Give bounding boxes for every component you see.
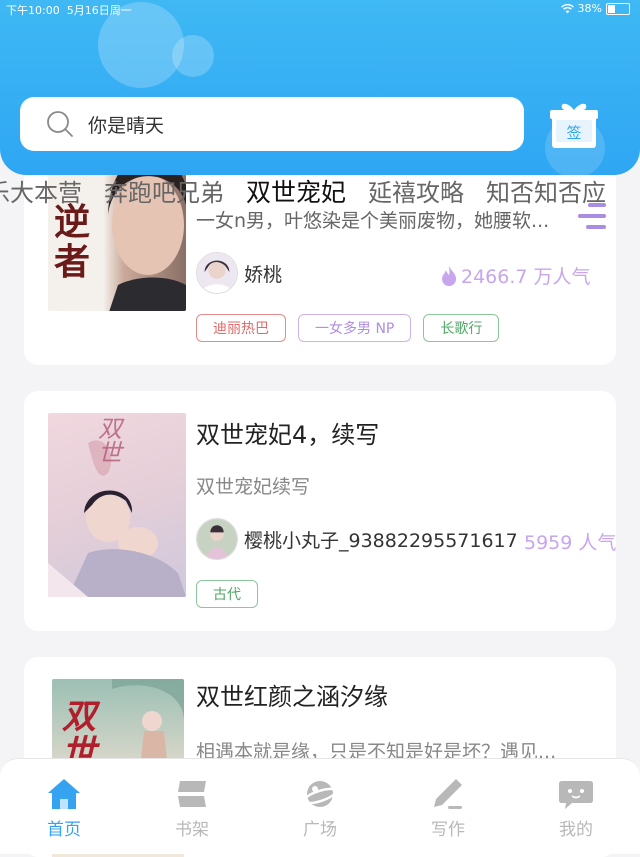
author-name[interactable]: 樱桃小丸子_93882295571617: [244, 526, 518, 553]
tag[interactable]: 一女多男 NP: [298, 314, 412, 342]
pen-icon: [434, 779, 462, 809]
checkin-gift-button[interactable]: 签: [548, 100, 600, 150]
tab-item[interactable]: 延禧攻略: [368, 175, 464, 211]
author-row: 娇桃: [196, 252, 282, 294]
wifi-icon: [560, 3, 574, 13]
search-bar[interactable]: 你是晴天: [20, 97, 524, 151]
battery-percent: 38%: [577, 2, 602, 15]
popularity-count: 5959 人气: [524, 532, 616, 554]
decor-bubble-small: [172, 35, 214, 77]
tab-item[interactable]: 奔跑吧兄弟: [104, 175, 224, 211]
nav-label: 广场: [303, 820, 337, 840]
author-name[interactable]: 娇桃: [244, 260, 282, 287]
status-bar: 下午10:00 5月16日周一 38%: [0, 0, 640, 17]
tab-menu-icon[interactable]: [572, 197, 612, 235]
nav-home[interactable]: 首页: [0, 759, 128, 854]
planet-icon: [302, 781, 338, 807]
fire-icon: [442, 265, 456, 286]
book-card[interactable]: 双世 双世宠妃4，续写 双世宠妃续写 樱桃小丸子_93882295571617 …: [24, 391, 616, 631]
chat-face-icon: [559, 781, 593, 809]
nav-label: 书架: [175, 820, 209, 840]
tag[interactable]: 长歌行: [423, 314, 500, 342]
nav-label: 首页: [47, 820, 81, 840]
bookshelf-icon: [178, 781, 206, 807]
status-date: 5月16日周一: [66, 4, 132, 17]
popularity: 2466.7 万人气: [440, 262, 591, 289]
nav-write[interactable]: 写作: [384, 759, 512, 854]
popularity: 5959 人气: [524, 528, 616, 555]
nav-label: 我的: [559, 820, 593, 840]
author-avatar[interactable]: [196, 252, 238, 294]
nav-label: 写作: [431, 820, 465, 840]
header: 下午10:00 5月16日周一 38% 你是晴天 签: [0, 0, 640, 175]
author-avatar[interactable]: [196, 518, 238, 560]
category-tabs: 乐大本营奔跑吧兄弟双世宠妃延禧攻略知否知否应: [0, 175, 640, 211]
tag[interactable]: 古代: [196, 580, 258, 608]
book-cover: 双世: [48, 413, 186, 597]
checkin-label: 签: [566, 124, 581, 142]
home-icon: [48, 779, 80, 809]
battery-icon: [606, 2, 630, 15]
author-row: 樱桃小丸子_93882295571617: [196, 518, 518, 560]
book-title[interactable]: 双世红颜之涵汐缘: [196, 677, 388, 712]
tag[interactable]: 迪丽热巴: [196, 314, 286, 342]
tab-item[interactable]: 乐大本营: [0, 175, 82, 211]
book-desc: 双世宠妃续写: [196, 476, 311, 498]
status-time: 下午10:00: [6, 4, 60, 17]
tab-item-active[interactable]: 双世宠妃: [246, 175, 346, 211]
search-query: 你是晴天: [88, 114, 165, 137]
cover-title: 双世: [98, 415, 122, 467]
nav-bookshelf[interactable]: 书架: [128, 759, 256, 854]
tag-list: 古代: [196, 580, 258, 608]
book-title[interactable]: 双世宠妃4，续写: [196, 415, 379, 450]
cover-title: 逆者: [54, 202, 91, 283]
nav-plaza[interactable]: 广场: [256, 759, 384, 854]
bottom-nav: 首页 书架 广场 写作 我的: [0, 758, 640, 854]
search-icon: [47, 111, 73, 137]
nav-profile[interactable]: 我的: [512, 759, 640, 854]
tag-list: 迪丽热巴 一女多男 NP 长歌行: [196, 314, 500, 342]
popularity-count: 2466.7 万人气: [461, 266, 591, 288]
